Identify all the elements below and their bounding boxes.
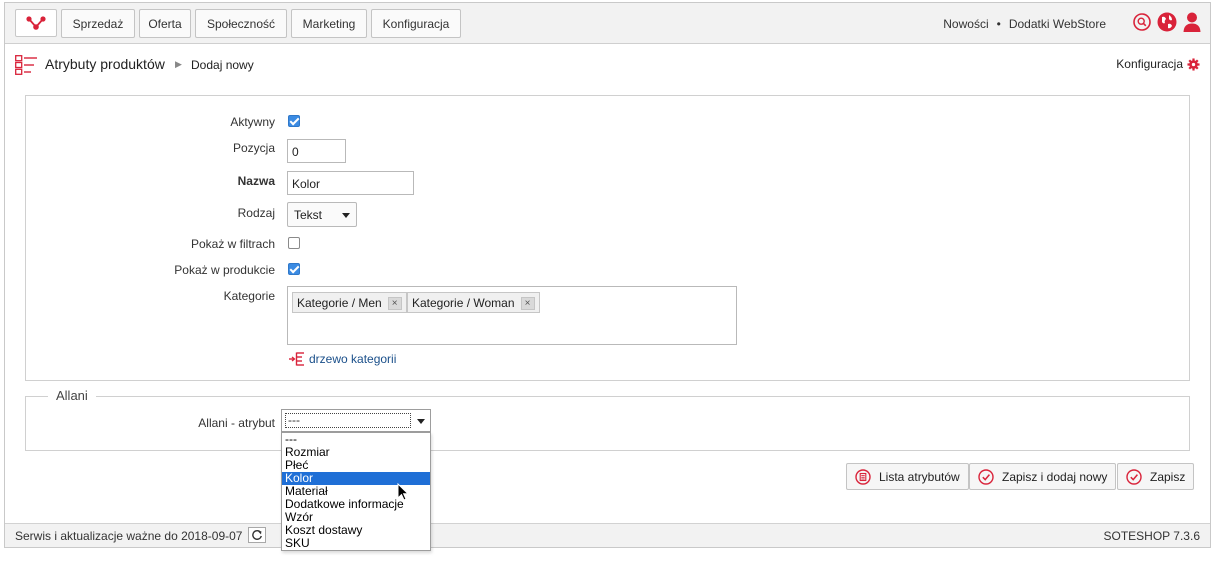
breadcrumb-section[interactable]: Atrybuty produktów (45, 56, 165, 72)
category-tag: Kategorie / Men × (292, 292, 407, 313)
refresh-icon (252, 530, 263, 540)
attribute-form-panel: Aktywny Pozycja 0 Nazwa Kolor Rodzaj Tek… (25, 95, 1190, 381)
allani-fieldset: Allani Allani - atrybut (25, 388, 1190, 451)
nav-spolecznosc[interactable]: Społeczność (195, 9, 287, 38)
top-icons (1132, 11, 1202, 33)
show-filters-label: Pokaż w filtrach (190, 237, 275, 251)
remove-tag-icon[interactable]: × (520, 297, 535, 310)
category-tree-link[interactable]: drzewo kategorii (289, 352, 396, 366)
logo-icon (26, 16, 46, 30)
chevron-down-icon (342, 213, 350, 218)
save-label: Zapisz (1150, 469, 1186, 484)
nav-konfiguracja[interactable]: Konfiguracja (371, 9, 461, 38)
type-select[interactable]: Tekst (287, 202, 357, 227)
breadcrumb-current: Dodaj nowy (191, 58, 254, 72)
gear-icon (1187, 57, 1200, 71)
show-filters-checkbox[interactable] (288, 237, 300, 249)
status-footer: Serwis i aktualizacje ważne do 2018-09-0… (5, 523, 1210, 547)
version-label: SOTESHOP 7.3.6 (1103, 529, 1201, 543)
remove-tag-icon[interactable]: × (387, 297, 402, 310)
active-label: Aktywny (230, 115, 275, 129)
link-separator: • (996, 17, 1001, 31)
mouse-cursor-icon (397, 483, 409, 501)
categories-tag-input[interactable]: Kategorie / Men × Kategorie / Woman × (287, 286, 737, 345)
top-links: Nowości • Dodatki WebStore (943, 17, 1106, 31)
active-checkbox[interactable] (288, 115, 300, 127)
link-dodatki-webstore[interactable]: Dodatki WebStore (1009, 17, 1106, 31)
type-label: Rodzaj (237, 206, 275, 220)
attribute-list-label: Lista atrybutów (879, 469, 960, 484)
name-input[interactable]: Kolor (287, 171, 414, 195)
allani-select-value: --- (285, 413, 411, 428)
categories-label: Kategorie (223, 289, 275, 303)
refresh-button[interactable] (248, 527, 267, 543)
app-window: Sprzedaż Oferta Społeczność Marketing Ko… (4, 2, 1211, 548)
save-button[interactable]: Zapisz (1117, 463, 1195, 490)
allani-attribute-select[interactable]: --- (281, 409, 431, 432)
option-sku[interactable]: SKU (282, 537, 430, 550)
category-tag-label: Kategorie / Men (297, 296, 382, 310)
nav-marketing[interactable]: Marketing (291, 9, 367, 38)
category-tree-label: drzewo kategorii (309, 352, 397, 366)
check-circle-icon (1126, 468, 1142, 485)
name-label: Nazwa (237, 174, 275, 188)
globe-icon[interactable] (1156, 11, 1178, 33)
allani-attr-label: Allani - atrybut (198, 416, 275, 430)
position-input[interactable]: 0 (287, 139, 346, 163)
soteshop-logo-button[interactable] (15, 9, 57, 37)
check-circle-icon (978, 468, 994, 485)
breadcrumb-arrow-icon: ▶ (175, 59, 182, 69)
top-navigation-bar: Sprzedaż Oferta Społeczność Marketing Ko… (5, 3, 1210, 44)
config-link[interactable]: Konfiguracja (1116, 57, 1200, 71)
config-label: Konfiguracja (1116, 57, 1183, 71)
nav-sprzedaz[interactable]: Sprzedaż (61, 9, 135, 38)
save-and-add-button[interactable]: Zapisz i dodaj nowy (969, 463, 1117, 490)
show-product-checkbox[interactable] (288, 263, 300, 275)
category-tag: Kategorie / Woman × (407, 292, 540, 313)
service-status: Serwis i aktualizacje ważne do 2018-09-0… (15, 527, 267, 543)
save-and-add-label: Zapisz i dodaj nowy (1002, 469, 1108, 484)
attribute-list-button[interactable]: Lista atrybutów (846, 463, 969, 490)
breadcrumb: Atrybuty produktów ▶ Dodaj nowy Konfigur… (5, 45, 1210, 83)
show-product-label: Pokaż w produkcie (174, 263, 275, 277)
position-label: Pozycja (232, 141, 275, 155)
nav-oferta[interactable]: Oferta (139, 9, 191, 38)
allani-legend: Allani (48, 388, 96, 403)
attributes-list-icon (15, 55, 37, 75)
type-select-value: Tekst (294, 208, 323, 222)
list-circle-icon (855, 468, 871, 485)
link-nowosci[interactable]: Nowości (943, 17, 988, 31)
tree-icon (289, 352, 304, 366)
chevron-down-icon (417, 419, 425, 424)
user-icon[interactable] (1182, 11, 1202, 33)
search-icon[interactable] (1132, 11, 1152, 33)
category-tag-label: Kategorie / Woman (412, 296, 515, 310)
service-text: Serwis i aktualizacje ważne do 2018-09-0… (15, 529, 243, 543)
